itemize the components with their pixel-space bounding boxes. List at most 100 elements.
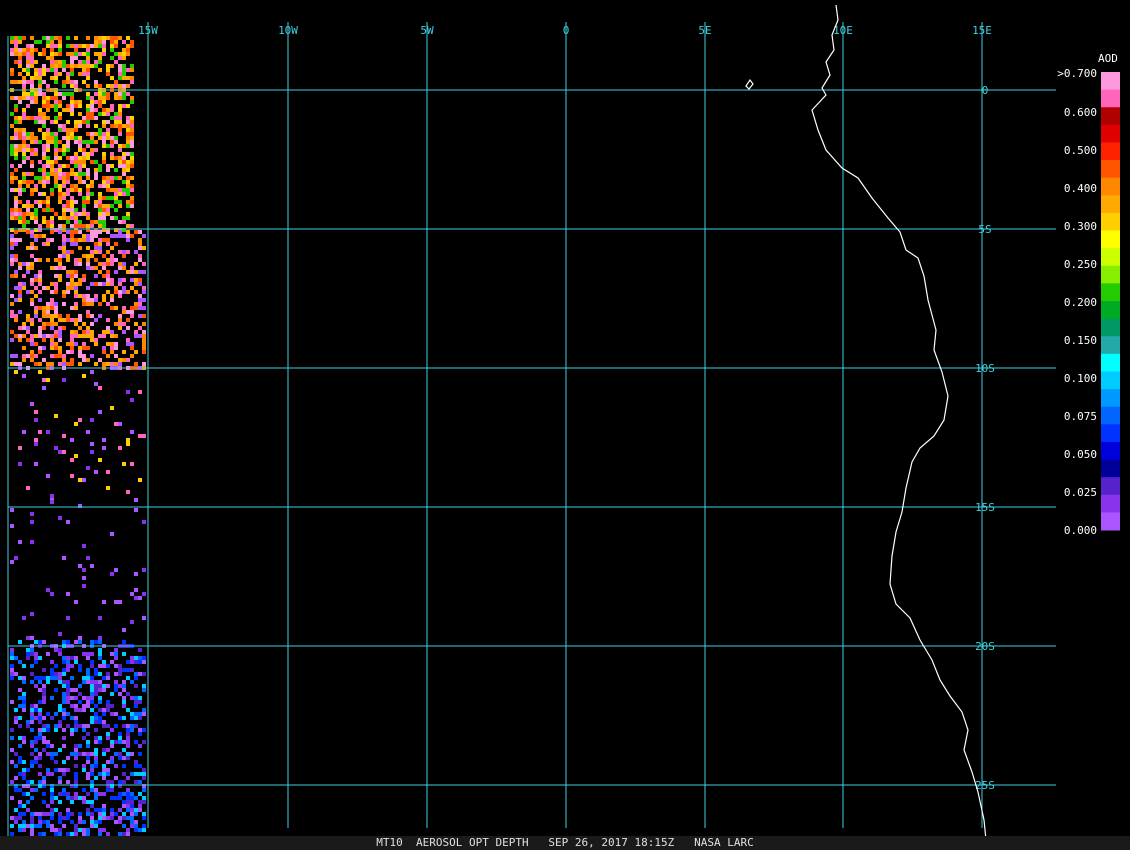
aod-pixel xyxy=(122,168,126,172)
aod-pixel xyxy=(110,136,114,140)
aod-pixel xyxy=(90,708,94,712)
aod-pixel xyxy=(62,246,66,250)
aod-pixel xyxy=(22,176,26,180)
aod-pixel xyxy=(62,712,66,716)
aod-pixel xyxy=(86,430,90,434)
aod-pixel xyxy=(10,112,14,116)
aod-pixel xyxy=(74,258,78,262)
aod-pixel xyxy=(74,184,78,188)
aod-pixel xyxy=(118,314,122,318)
aod-pixel xyxy=(78,796,82,800)
aod-pixel xyxy=(122,104,126,108)
aod-pixel xyxy=(66,520,70,524)
aod-pixel xyxy=(14,60,18,64)
aod-pixel xyxy=(18,266,22,270)
aod-pixel xyxy=(102,600,106,604)
aod-pixel xyxy=(110,282,114,286)
aod-pixel xyxy=(34,188,38,192)
aod-pixel xyxy=(38,756,42,760)
aod-pixel xyxy=(126,76,130,80)
aod-pixel xyxy=(94,176,98,180)
aod-pixel xyxy=(38,430,42,434)
aod-pixel xyxy=(118,144,122,148)
aod-pixel xyxy=(22,152,26,156)
aod-pixel xyxy=(90,112,94,116)
aod-pixel xyxy=(70,704,74,708)
aod-pixel xyxy=(30,540,34,544)
aod-pixel xyxy=(114,80,118,84)
aod-pixel xyxy=(74,164,78,168)
aod-pixel xyxy=(90,334,94,338)
aod-pixel xyxy=(22,92,26,96)
aod-pixel xyxy=(122,40,126,44)
aod-pixel xyxy=(62,692,66,696)
aod-pixel xyxy=(66,136,70,140)
aod-pixel xyxy=(22,108,26,112)
aod-pixel xyxy=(138,390,142,394)
aod-pixel xyxy=(22,820,26,824)
aod-pixel xyxy=(38,720,42,724)
aod-pixel xyxy=(74,238,78,242)
legend-labels: >0.7000.6000.5000.4000.3000.2500.2000.15… xyxy=(1057,67,1097,537)
aod-pixel xyxy=(94,220,98,224)
aod-pixel xyxy=(10,188,14,192)
aod-pixel xyxy=(138,294,142,298)
aod-pixel xyxy=(114,322,118,326)
aod-pixel xyxy=(110,152,114,156)
aod-pixel xyxy=(106,270,110,274)
aod-pixel xyxy=(126,68,130,72)
aod-pixel xyxy=(142,776,146,780)
aod-pixel xyxy=(126,124,130,128)
aod-pixel xyxy=(34,294,38,298)
aod-pixel xyxy=(38,752,42,756)
aod-pixel xyxy=(90,700,94,704)
aod-pixel xyxy=(142,330,146,334)
aod-pixel xyxy=(106,72,110,76)
aod-pixel xyxy=(90,224,94,228)
aod-pixel xyxy=(74,600,78,604)
aod-pixel xyxy=(90,266,94,270)
aod-pixel xyxy=(98,410,102,414)
aod-pixel xyxy=(130,80,134,84)
aod-map: 15W 10W 5W 0 5E 10E 15E05S10S15S20S25S AOD >0.… xyxy=(7,4,1120,841)
aod-pixel xyxy=(14,362,18,366)
aod-pixel xyxy=(122,668,126,672)
aod-pixel xyxy=(106,92,110,96)
aod-pixel xyxy=(42,36,46,40)
legend-tick-label: 0.075 xyxy=(1064,410,1097,423)
aod-pixel xyxy=(118,684,122,688)
aod-pixel xyxy=(122,700,126,704)
aod-pixel xyxy=(74,792,78,796)
aod-pixel xyxy=(118,192,122,196)
aod-pixel xyxy=(134,808,138,812)
aod-pixel xyxy=(86,116,90,120)
aod-pixel xyxy=(106,164,110,168)
aod-pixel xyxy=(106,700,110,704)
aod-pixel xyxy=(98,92,102,96)
aod-pixel xyxy=(58,266,62,270)
aod-pixel xyxy=(130,824,134,828)
aod-pixel xyxy=(126,184,130,188)
aod-pixel xyxy=(58,676,62,680)
aod-pixel xyxy=(98,458,102,462)
aod-pixel xyxy=(130,660,134,664)
aod-pixel xyxy=(114,140,118,144)
aod-pixel xyxy=(10,242,14,246)
aod-pixel xyxy=(86,216,90,220)
aod-pixel xyxy=(130,266,134,270)
aod-pixel xyxy=(74,744,78,748)
legend-swatch xyxy=(1101,230,1120,249)
aod-pixel xyxy=(58,258,62,262)
legend-swatch xyxy=(1101,177,1120,196)
aod-pixel xyxy=(42,148,46,152)
aod-pixel xyxy=(118,422,122,426)
aod-pixel xyxy=(98,40,102,44)
aod-pixel xyxy=(78,44,82,48)
aod-pixel xyxy=(114,652,118,656)
aod-pixel xyxy=(94,752,98,756)
aod-pixel xyxy=(106,274,110,278)
aod-pixel xyxy=(10,736,14,740)
aod-pixel xyxy=(86,48,90,52)
aod-pixel xyxy=(58,720,62,724)
aod-pixel xyxy=(66,204,70,208)
